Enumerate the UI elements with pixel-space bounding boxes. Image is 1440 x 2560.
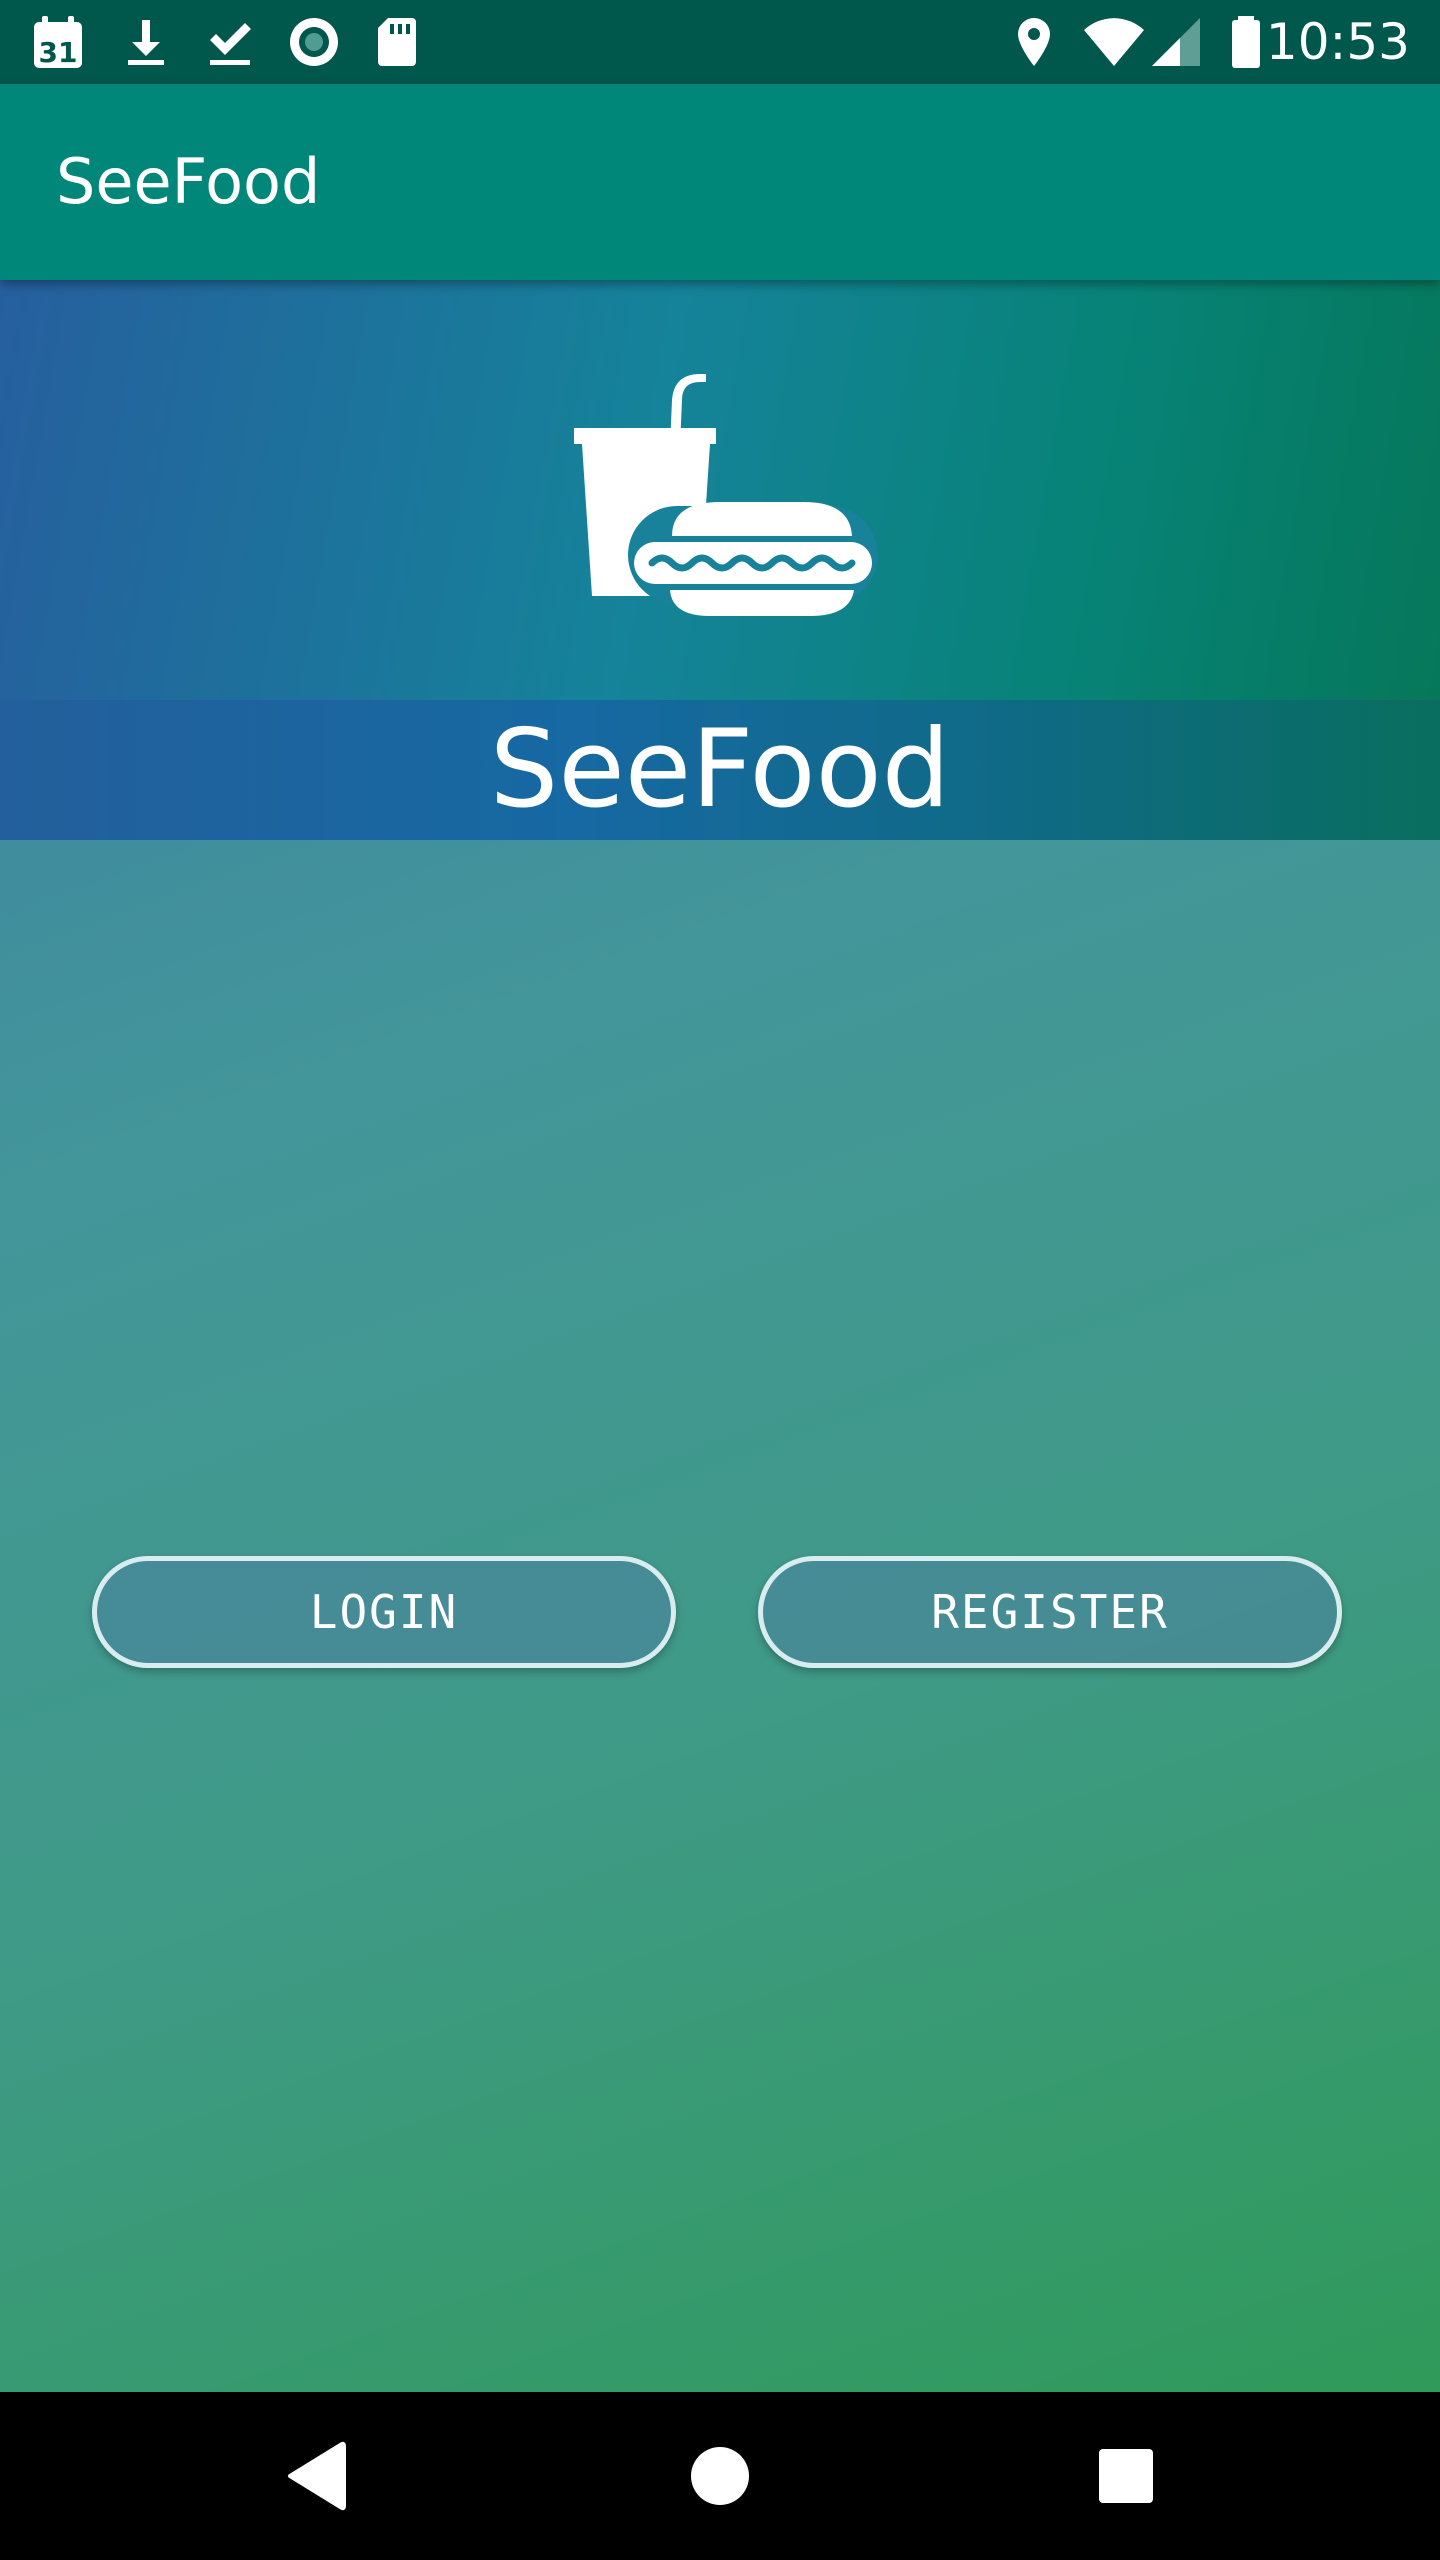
check-icon (202, 14, 258, 70)
back-icon[interactable] (266, 2426, 366, 2526)
status-clock: 10:53 (1265, 13, 1410, 71)
main-content: SeeFood LOGIN REGISTER (0, 280, 1440, 2392)
hero-title: SeeFood (489, 707, 951, 832)
register-button[interactable]: REGISTER (758, 1556, 1342, 1668)
location-icon (1006, 14, 1062, 70)
record-icon (286, 14, 342, 70)
hero-banner (0, 280, 1440, 700)
recents-icon[interactable] (1076, 2426, 1176, 2526)
screen: 31 10:53 SeeFood SeeFood LOGIN REGISTER (0, 0, 1440, 2560)
home-icon[interactable] (670, 2426, 770, 2526)
sd-card-icon (370, 14, 426, 70)
signal-icon (1148, 14, 1204, 70)
title-band: SeeFood (0, 700, 1440, 840)
wifi-icon (1082, 14, 1146, 70)
app-title: SeeFood (56, 145, 321, 218)
login-button[interactable]: LOGIN (92, 1556, 676, 1668)
app-bar: SeeFood (0, 84, 1440, 280)
status-bar: 31 10:53 (0, 0, 1440, 84)
navigation-bar (0, 2392, 1440, 2560)
calendar-day: 31 (39, 36, 78, 69)
download-icon (118, 14, 174, 70)
fastfood-icon (574, 374, 878, 616)
calendar-icon: 31 (30, 14, 86, 70)
